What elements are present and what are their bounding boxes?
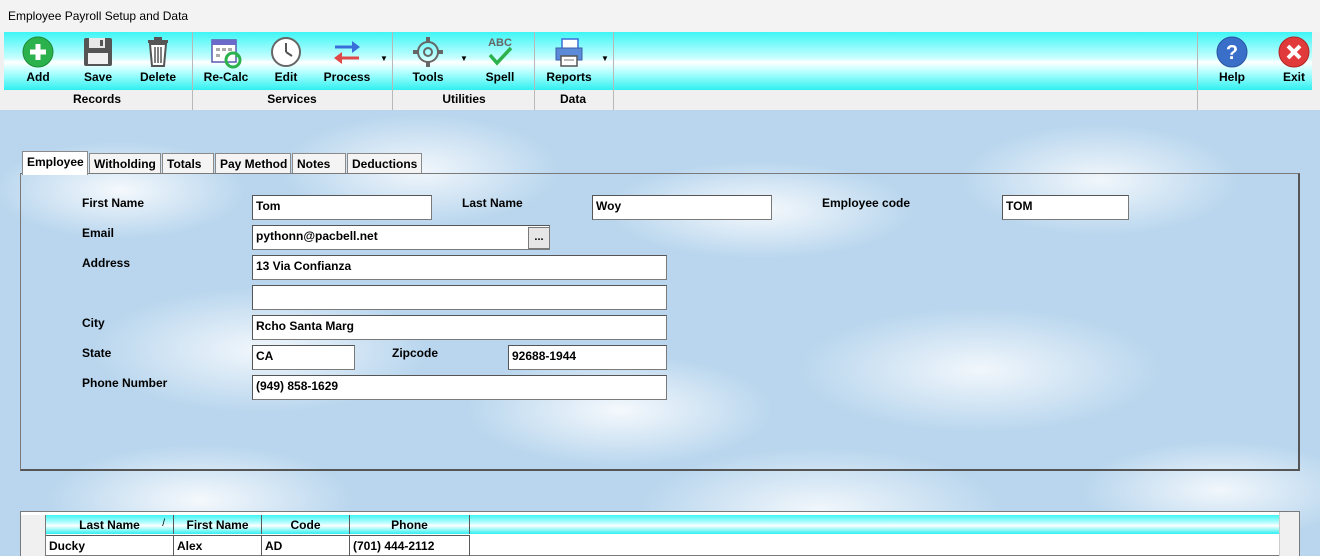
group-separator bbox=[392, 32, 393, 110]
state-label: State bbox=[82, 346, 112, 360]
reports-dropdown-arrow-icon[interactable]: ▼ bbox=[601, 54, 609, 64]
table-cell-phone[interactable]: (701) 444-2112 bbox=[350, 535, 470, 556]
title-bar: Employee Payroll Setup and Data bbox=[0, 0, 1320, 32]
last-name-field[interactable]: Woy bbox=[592, 195, 772, 220]
table-cell-first-name[interactable]: Alex bbox=[174, 535, 262, 556]
zipcode-field[interactable]: 92688-1944 bbox=[508, 345, 667, 370]
help-button[interactable]: ? Help bbox=[1210, 32, 1254, 90]
tab-pay-method[interactable]: Pay Method bbox=[215, 153, 291, 174]
add-button[interactable]: Add bbox=[16, 32, 60, 90]
abc-check-icon: ABC bbox=[488, 37, 513, 66]
column-header-phone[interactable]: Phone bbox=[350, 515, 470, 534]
last-name-label: Last Name bbox=[462, 196, 523, 210]
city-field[interactable]: Rcho Santa Marg bbox=[252, 315, 667, 340]
edit-button[interactable]: Edit bbox=[264, 32, 308, 90]
table-cell-last-name[interactable]: Ducky bbox=[46, 535, 174, 556]
help-icon: ? bbox=[1216, 36, 1248, 68]
column-header-code[interactable]: Code bbox=[262, 515, 350, 534]
tab-deductions[interactable]: Deductions bbox=[347, 153, 422, 174]
address-line1-field[interactable]: 13 Via Confianza bbox=[252, 255, 667, 280]
group-separator bbox=[534, 32, 535, 110]
tab-totals[interactable]: Totals bbox=[162, 153, 214, 174]
group-label-utilities: Utilities bbox=[442, 92, 486, 106]
phone-number-field[interactable]: (949) 858-1629 bbox=[252, 375, 667, 400]
process-button[interactable]: Process bbox=[322, 32, 372, 90]
first-name-label: First Name bbox=[82, 196, 145, 210]
employee-code-label: Employee code bbox=[822, 196, 911, 210]
spell-button[interactable]: ABC Spell bbox=[478, 32, 522, 90]
group-label-data: Data bbox=[559, 92, 586, 106]
reports-button[interactable]: Reports bbox=[544, 32, 594, 90]
exit-button[interactable]: Exit bbox=[1272, 32, 1316, 90]
delete-button[interactable]: Delete bbox=[136, 32, 180, 90]
svg-text:ABC: ABC bbox=[488, 37, 512, 49]
sort-indicator-icon: / bbox=[162, 518, 165, 529]
clock-icon bbox=[271, 37, 301, 67]
address-line2-field[interactable] bbox=[252, 285, 667, 310]
state-field[interactable]: CA bbox=[252, 345, 355, 370]
group-label-services: Services bbox=[267, 92, 317, 106]
tools-dropdown-arrow-icon[interactable]: ▼ bbox=[460, 54, 468, 64]
tools-button[interactable]: Tools bbox=[406, 32, 450, 90]
group-separator bbox=[613, 32, 614, 110]
employee-code-field[interactable]: TOM bbox=[1002, 195, 1129, 220]
recalc-calendar-icon bbox=[211, 39, 242, 69]
ribbon-band bbox=[4, 32, 1312, 90]
address-label: Address bbox=[82, 256, 131, 270]
arrows-swap-icon bbox=[334, 41, 360, 64]
city-label: City bbox=[82, 316, 105, 330]
phone-number-label: Phone Number bbox=[82, 376, 168, 390]
window-title: Employee Payroll Setup and Data bbox=[8, 9, 189, 23]
group-separator bbox=[192, 32, 193, 110]
row-selector[interactable] bbox=[21, 515, 46, 556]
add-icon bbox=[22, 36, 54, 68]
column-header-last-name[interactable]: Last Name / bbox=[46, 515, 174, 534]
exit-icon bbox=[1278, 36, 1310, 68]
first-name-field[interactable]: Tom bbox=[252, 195, 432, 220]
printer-icon bbox=[555, 38, 583, 67]
svg-text:?: ? bbox=[1226, 42, 1238, 64]
column-header-first-name[interactable]: First Name bbox=[174, 515, 262, 534]
table-cell-code[interactable]: AD bbox=[262, 535, 350, 556]
zipcode-label: Zipcode bbox=[392, 346, 439, 360]
floppy-disk-icon bbox=[84, 38, 112, 66]
ribbon: Add Save Delete Re-Calc Edit Process ▼ T… bbox=[0, 32, 1320, 110]
ribbon-group-bar bbox=[4, 90, 1312, 110]
group-separator bbox=[1197, 32, 1198, 110]
recalc-button[interactable]: Re-Calc bbox=[202, 32, 250, 90]
trash-icon bbox=[148, 37, 168, 67]
employee-grid: Last Name / First Name Code Phone Ducky … bbox=[20, 511, 1300, 556]
email-label: Email bbox=[82, 226, 115, 240]
email-browse-button[interactable]: ... bbox=[528, 227, 550, 249]
group-label-records: Records bbox=[72, 92, 122, 106]
email-field[interactable]: pythonn@pacbell.net bbox=[252, 225, 550, 250]
save-button[interactable]: Save bbox=[76, 32, 120, 90]
grid-scrollbar[interactable] bbox=[1279, 512, 1299, 556]
tab-employee[interactable]: Employee bbox=[22, 151, 88, 175]
gear-icon bbox=[413, 37, 443, 67]
tab-notes[interactable]: Notes bbox=[292, 153, 346, 174]
tab-witholding[interactable]: Witholding bbox=[89, 153, 161, 174]
process-dropdown-arrow-icon[interactable]: ▼ bbox=[380, 54, 388, 64]
